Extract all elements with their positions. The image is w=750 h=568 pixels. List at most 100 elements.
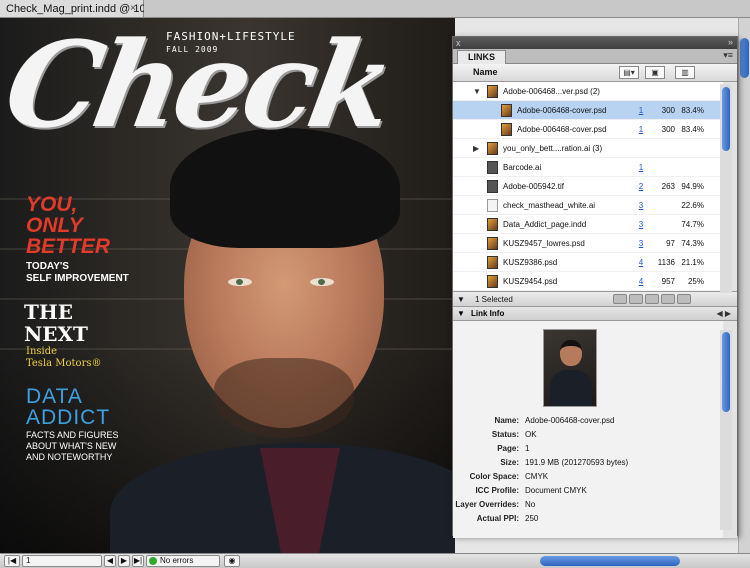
link-thumbnail	[501, 104, 512, 117]
link-info-row: Size: 191.9 MB (201270593 bytes)	[453, 457, 725, 469]
collapse-link-info-icon[interactable]: ▼	[457, 307, 465, 320]
link-row[interactable]: check_masthead_white.ai 3 22.6%	[453, 196, 723, 215]
cover-headline-line: BETTER	[26, 235, 110, 258]
tab-links[interactable]: LINKS	[457, 50, 506, 64]
nav-last-button[interactable]: ▶|	[132, 555, 144, 567]
link-row[interactable]: Adobe-006468-cover.psd 1 300 83.4%	[453, 101, 723, 120]
page-number-field[interactable]: 1	[22, 555, 102, 567]
links-list[interactable]: ▼ Adobe-006468...ver.psd (2) Adobe-006468-…	[453, 82, 737, 291]
horizontal-scroll-thumb[interactable]	[540, 556, 680, 566]
goto-link-button[interactable]	[645, 294, 659, 304]
close-icon[interactable]: ×	[127, 3, 139, 15]
link-page[interactable]: 1	[634, 101, 648, 120]
document-vertical-scrollbar[interactable]	[738, 18, 750, 553]
link-page[interactable]: 1	[634, 158, 648, 177]
link-page[interactable]: 1	[634, 120, 648, 139]
cover-subhead-line: SELF IMPROVEMENT	[26, 273, 129, 284]
link-ppi: 263	[661, 182, 675, 191]
ppi-column-icon[interactable]: ▣	[645, 66, 665, 79]
link-name: Adobe-006468...ver.psd (2)	[503, 87, 600, 96]
link-actions	[613, 294, 727, 305]
nav-first-button[interactable]: |◀	[4, 555, 20, 567]
edit-original-button[interactable]	[677, 294, 691, 304]
cover-subhead-line: Tesla Motors®	[26, 358, 102, 369]
preflight-menu-icon[interactable]: ◉	[224, 555, 240, 567]
panel-menu-icon[interactable]: ▾≡	[723, 50, 733, 61]
link-info-value: 250	[525, 514, 539, 523]
link-row[interactable]: ▼ Adobe-006468...ver.psd (2)	[453, 82, 723, 101]
scroll-thumb[interactable]	[740, 38, 749, 78]
cover-subhead-line: AND NOTEWORTHY	[26, 452, 113, 462]
disclosure-triangle-icon[interactable]: ▼	[473, 82, 481, 101]
link-info-row: ICC Profile: Document CMYK	[453, 485, 725, 497]
link-row[interactable]: Adobe-005942.tif 2 263 94.9%	[453, 177, 723, 196]
page-column-icon[interactable]: ▤▾	[619, 66, 639, 79]
link-ppi: 300	[661, 125, 675, 134]
column-name-header[interactable]: Name	[473, 67, 498, 77]
nav-prev-button[interactable]: ◀	[104, 555, 116, 567]
link-thumbnail	[487, 199, 498, 212]
link-info-key: Layer Overrides:	[455, 500, 519, 509]
panel-titlebar[interactable]: x »	[453, 37, 737, 49]
cover-issue: FALL 2009	[166, 45, 219, 54]
magazine-cover[interactable]: Check FASHION+LIFESTYLE FALL 2009 YOU, O…	[0, 18, 455, 553]
link-info-value: No	[525, 500, 536, 509]
link-ppi: 300	[661, 106, 675, 115]
close-icon[interactable]: x	[456, 38, 461, 48]
link-info-value: Document CMYK	[525, 486, 587, 495]
links-column-header: Name ▤▾ ▣ ▥	[453, 64, 737, 82]
scroll-thumb[interactable]	[722, 332, 730, 412]
nav-next-button[interactable]: ▶	[118, 555, 130, 567]
link-page[interactable]: 2	[634, 177, 648, 196]
link-info-row: Color Space: CMYK	[453, 471, 725, 483]
link-page[interactable]: 4	[634, 253, 648, 272]
link-scale: 83.4%	[681, 106, 704, 115]
link-scale: 21.1%	[681, 258, 704, 267]
collapse-icon[interactable]: »	[728, 37, 733, 48]
relink-cc-button[interactable]	[613, 294, 627, 304]
preflight-status[interactable]: No errors	[146, 555, 220, 567]
cover-headline-line: NEXT	[24, 322, 88, 346]
update-link-button[interactable]	[661, 294, 675, 304]
link-row[interactable]: Adobe-006468-cover.psd 1 300 83.4%	[453, 120, 723, 139]
link-page[interactable]: 3	[634, 196, 648, 215]
link-thumbnail	[501, 123, 512, 136]
link-name: check_masthead_white.ai	[503, 201, 596, 210]
scale-column-icon[interactable]: ▥	[675, 66, 695, 79]
cover-subhead-line: FACTS AND FIGURES	[26, 430, 119, 440]
link-thumbnail	[487, 85, 498, 98]
link-row[interactable]: KUSZ9457_lowres.psd 3 97 74.3%	[453, 234, 723, 253]
link-scale: 94.9%	[681, 182, 704, 191]
document-tab[interactable]: Check_Mag_print.indd @ 100% ×	[0, 0, 161, 18]
link-info-scrollbar[interactable]	[720, 330, 732, 530]
link-row[interactable]: KUSZ9386.psd 4 1136 21.1%	[453, 253, 723, 272]
link-info-value: 191.9 MB (201270593 bytes)	[525, 458, 629, 467]
link-row[interactable]: Barcode.ai 1	[453, 158, 723, 177]
cover-subhead-line: Inside	[26, 346, 58, 357]
cover-headline-line: ONLY	[26, 214, 83, 237]
scroll-thumb[interactable]	[722, 87, 730, 151]
link-name: Adobe-005942.tif	[503, 182, 564, 191]
link-page[interactable]: 3	[634, 215, 648, 234]
link-row[interactable]: ▶ you_only_bett....ration.ai (3)	[453, 139, 723, 158]
link-info-value: OK	[525, 430, 537, 439]
link-page[interactable]: 4	[634, 272, 648, 291]
link-info-nav-icon[interactable]: ◀ ▶	[716, 307, 731, 320]
relink-button[interactable]	[629, 294, 643, 304]
link-info-key: Color Space:	[469, 472, 519, 481]
link-name: Adobe-006468-cover.psd	[517, 106, 607, 115]
disclosure-triangle-icon[interactable]: ▶	[473, 139, 479, 158]
toggle-info-icon[interactable]: ▼	[457, 292, 465, 307]
cover-portrait	[110, 128, 455, 553]
link-info-key: Status:	[491, 430, 519, 439]
links-list-scrollbar[interactable]	[720, 84, 732, 293]
link-name: Barcode.ai	[503, 163, 542, 172]
links-panel: x » LINKS ▾≡ Name ▤▾ ▣ ▥ ▼ Adobe-006468..…	[452, 36, 738, 538]
link-page[interactable]: 3	[634, 234, 648, 253]
link-info-value: 1	[525, 444, 530, 453]
link-name: KUSZ9457_lowres.psd	[503, 239, 585, 248]
link-scale: 25%	[687, 277, 704, 286]
link-row[interactable]: KUSZ9454.psd 4 957 25%	[453, 272, 723, 291]
link-row[interactable]: Data_Addict_page.indd 3 74.7%	[453, 215, 723, 234]
link-ppi: 97	[666, 239, 675, 248]
